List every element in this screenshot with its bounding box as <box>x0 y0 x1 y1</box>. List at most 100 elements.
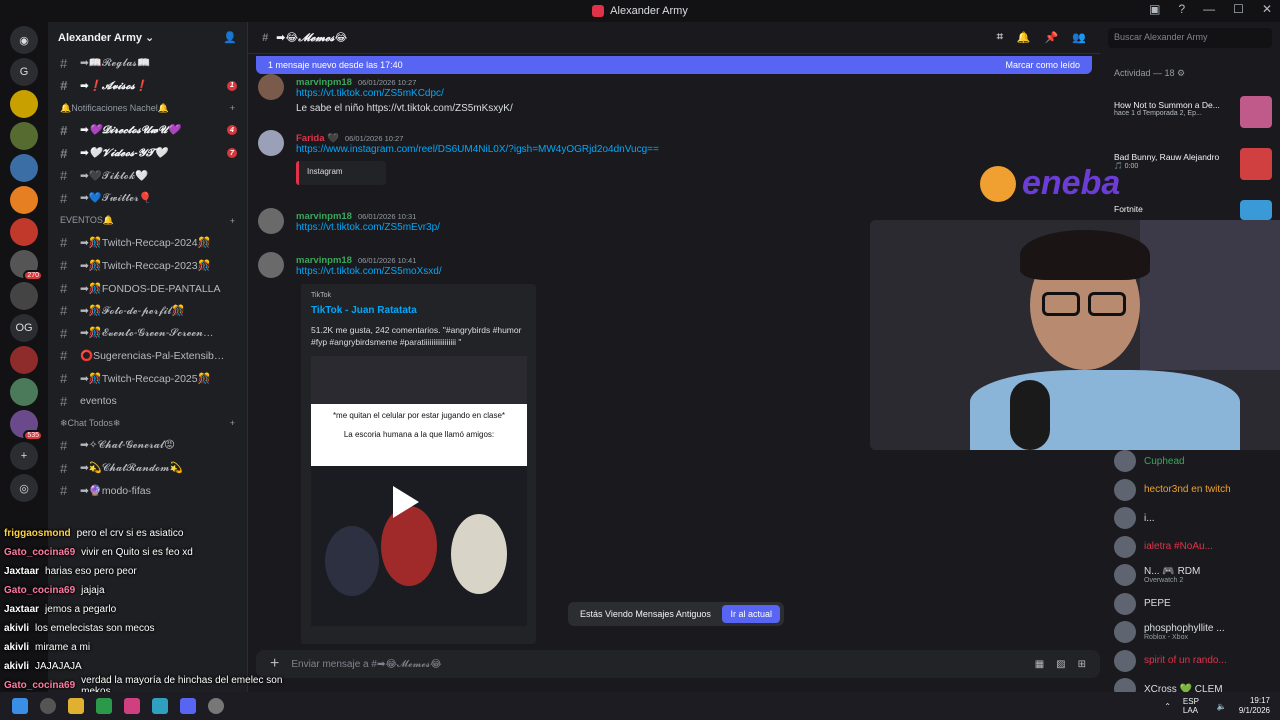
message-composer[interactable]: + Enviar mensaje a #➡😂𝓜𝓮𝓶𝓮𝓼😂 ▦ ▨ ⊞ <box>256 650 1100 678</box>
channel-item[interactable]: # ➡🎊𝓔𝓿𝓮𝓷𝓽𝓸-𝓖𝓻𝓮𝓮𝓷-𝓢𝓬𝓻𝓮𝓮𝓷… <box>48 322 247 345</box>
member-item[interactable]: PEPE <box>1114 592 1171 615</box>
discord-taskbar-icon[interactable] <box>180 698 196 714</box>
message-link[interactable]: https://vt.tiktok.com/ZS5mKCdpc/ <box>296 88 513 99</box>
obs-icon[interactable] <box>208 698 224 714</box>
chat-line: friggaosmond pero el crv si es asiatico <box>0 524 300 543</box>
member-item[interactable]: N... 🎮 RDM Overwatch 2 <box>1114 564 1200 586</box>
mention-badge: 7 <box>227 148 237 159</box>
minimize-button[interactable]: — <box>1203 2 1215 16</box>
embed-title[interactable]: TikTok - Juan Ratatata <box>311 305 526 316</box>
sticker-icon[interactable]: ▨ <box>1056 659 1065 670</box>
channel-item[interactable]: # ➡🎊Twitch-Reccap-2025🎊 <box>48 367 247 390</box>
threads-icon[interactable]: ⌗ <box>997 31 1003 44</box>
channel-item[interactable]: # ➡🖤𝓣𝓲𝓴𝓽𝓸𝓴🤍 <box>48 164 247 187</box>
volume-icon[interactable]: 🔈 <box>1217 702 1227 711</box>
message-author[interactable]: Farida 🖤 <box>296 133 339 144</box>
server-icon[interactable] <box>10 346 38 374</box>
channel-item[interactable]: # eventos <box>48 390 247 413</box>
server-og[interactable]: OG <box>10 314 38 342</box>
channel-category[interactable]: ❄Chat Todos❄ + <box>48 412 247 434</box>
search-icon[interactable] <box>40 698 56 714</box>
jump-present-button[interactable]: Ir al actual <box>722 605 780 623</box>
message-author[interactable]: marvinpm18 <box>296 211 352 222</box>
member-item[interactable]: spirit of un rando... <box>1114 649 1227 672</box>
server-icon[interactable] <box>10 378 38 406</box>
windows-start-icon[interactable] <box>12 698 28 714</box>
discord-home-icon[interactable]: ◉ <box>10 26 38 54</box>
message-link[interactable]: https://vt.tiktok.com/ZS5moXsxd/ <box>296 266 442 277</box>
avatar[interactable] <box>258 74 284 100</box>
channel-item[interactable]: # ➡💙𝓣𝔀𝓲𝓽𝓽𝓮𝓻🎈 <box>48 187 247 210</box>
channel-item[interactable]: # ➡🎊Twitch-Reccap-2024🎊 <box>48 232 247 255</box>
channel-item[interactable]: # ➡🔮modo-fifas <box>48 480 247 503</box>
channel-item[interactable]: # ➡🎊𝓕𝓸𝓽𝓸-𝓭𝓮-𝓹𝓮𝓻𝓯𝓲𝓵🎊 <box>48 299 247 322</box>
gif-icon[interactable]: ▦ <box>1035 659 1044 670</box>
apps-icon[interactable]: ⊞ <box>1078 659 1086 670</box>
app-icon[interactable] <box>152 698 168 714</box>
close-button[interactable]: ✕ <box>1262 2 1272 16</box>
server-icon[interactable] <box>10 122 38 150</box>
members-icon[interactable]: 👥 <box>1072 31 1086 44</box>
message-author[interactable]: marvinpm18 <box>296 255 352 266</box>
server-icon[interactable] <box>10 186 38 214</box>
server-icon[interactable] <box>10 218 38 246</box>
member-item[interactable]: phosphophyllite ... Roblox - Xbox <box>1114 621 1225 643</box>
server-icon[interactable] <box>10 282 38 310</box>
play-icon[interactable] <box>393 486 419 518</box>
channel-category[interactable]: EVENTOS🔔 + <box>48 210 247 232</box>
activity-label: Actividad — 18 ⚙ <box>1114 68 1186 78</box>
server-g[interactable]: G <box>10 58 38 86</box>
server-icon[interactable] <box>10 154 38 182</box>
channel-item[interactable]: # ⭕Sugerencias-Pal-Extensib… <box>48 345 247 368</box>
channel-item[interactable]: # ➡💫𝓒𝓱𝓪𝓽𝓡𝓪𝓷𝓭𝓸𝓶💫 <box>48 457 247 480</box>
message-link[interactable]: https://www.instagram.com/reel/DS6UM4NiL… <box>296 144 659 155</box>
channel-item[interactable]: # ➡❗𝓐𝓿𝓲𝓼𝓸𝓼❗ 1 <box>48 75 247 98</box>
add-channel-icon[interactable]: + <box>230 103 235 113</box>
message-author[interactable]: marvinpm18 <box>296 77 352 88</box>
server-name[interactable]: Alexander Army ⌄ <box>58 31 154 44</box>
server-icon[interactable] <box>10 90 38 118</box>
language-indicator[interactable]: ESP LAA <box>1183 697 1205 715</box>
inbox-icon[interactable]: ▣ <box>1149 2 1160 16</box>
channel-item[interactable]: # ➡📖𝓡𝓮𝓰𝓵𝓪𝓼📖 <box>48 52 247 75</box>
avatar[interactable] <box>258 252 284 278</box>
add-channel-icon[interactable]: + <box>230 418 235 428</box>
member-item[interactable]: i... <box>1114 507 1155 529</box>
pin-icon[interactable]: 📌 <box>1045 31 1059 44</box>
search-input[interactable]: Buscar Alexander Army <box>1108 28 1272 48</box>
file-explorer-icon[interactable] <box>68 698 84 714</box>
avatar[interactable] <box>258 208 284 234</box>
add-channel-icon[interactable]: + <box>230 216 235 226</box>
channel-item[interactable]: # ➡🎊FONDOS-DE-PANTALLA <box>48 277 247 300</box>
member-item[interactable]: hector3nd en twitch <box>1114 478 1231 501</box>
chat-username: Gato_cocina69 <box>4 585 76 596</box>
channel-item[interactable]: # ➡💜𝓓𝓲𝓻𝓮𝓬𝓽𝓸𝓼𝓤𝔀𝓤💜 4 <box>48 119 247 142</box>
avatar[interactable] <box>258 130 284 156</box>
new-messages-bar[interactable]: 1 mensaje nuevo desde las 17:40 Marcar c… <box>256 56 1092 74</box>
bell-icon[interactable]: 🔔 <box>1017 31 1031 44</box>
channel-item[interactable]: # ➡✧𝓒𝓱𝓪𝓽-𝓖𝓮𝓷𝓮𝓻𝓪𝓵😡 <box>48 434 247 457</box>
instagram-embed[interactable]: Instagram <box>296 161 386 185</box>
message-link[interactable]: https://vt.tiktok.com/ZS5mEvr3p/ <box>296 222 440 233</box>
maximize-button[interactable]: ☐ <box>1233 2 1244 16</box>
member-item[interactable]: ialetra #NoAu... <box>1114 535 1213 558</box>
message-input[interactable]: Enviar mensaje a #➡😂𝓜𝓮𝓶𝓮𝓼😂 <box>291 659 441 670</box>
mark-read-button[interactable]: Marcar como leído <box>1005 60 1080 70</box>
add-server-icon[interactable]: + <box>10 442 38 470</box>
channel-item[interactable]: # ➡🎊Twitch-Reccap-2023🎊 <box>48 254 247 277</box>
wifi-icon[interactable]: ⌃ <box>1164 702 1171 711</box>
microphone <box>1010 380 1050 450</box>
app-icon[interactable] <box>124 698 140 714</box>
help-icon[interactable]: ? <box>1178 2 1185 16</box>
channel-category[interactable]: 🔔Notificaciones Nachel🔔 + <box>48 97 247 119</box>
discover-icon[interactable]: ◎ <box>10 474 38 502</box>
video-player[interactable]: *me quitan el celular por estar jugando … <box>311 356 527 626</box>
member-item[interactable]: Cuphead <box>1114 450 1185 472</box>
server-icon[interactable]: 270 <box>10 250 43 281</box>
activity-thumbnail <box>1240 96 1272 128</box>
add-member-icon[interactable]: 👤 <box>223 31 237 44</box>
server-icon[interactable]: 535 <box>10 410 43 441</box>
app-icon[interactable] <box>96 698 112 714</box>
clock[interactable]: 19:17 9/1/2026 <box>1239 696 1270 716</box>
channel-item[interactable]: # ➡🤍𝓥𝓲𝓭𝓮𝓸𝓼-𝓨𝓣🤍 7 <box>48 142 247 165</box>
